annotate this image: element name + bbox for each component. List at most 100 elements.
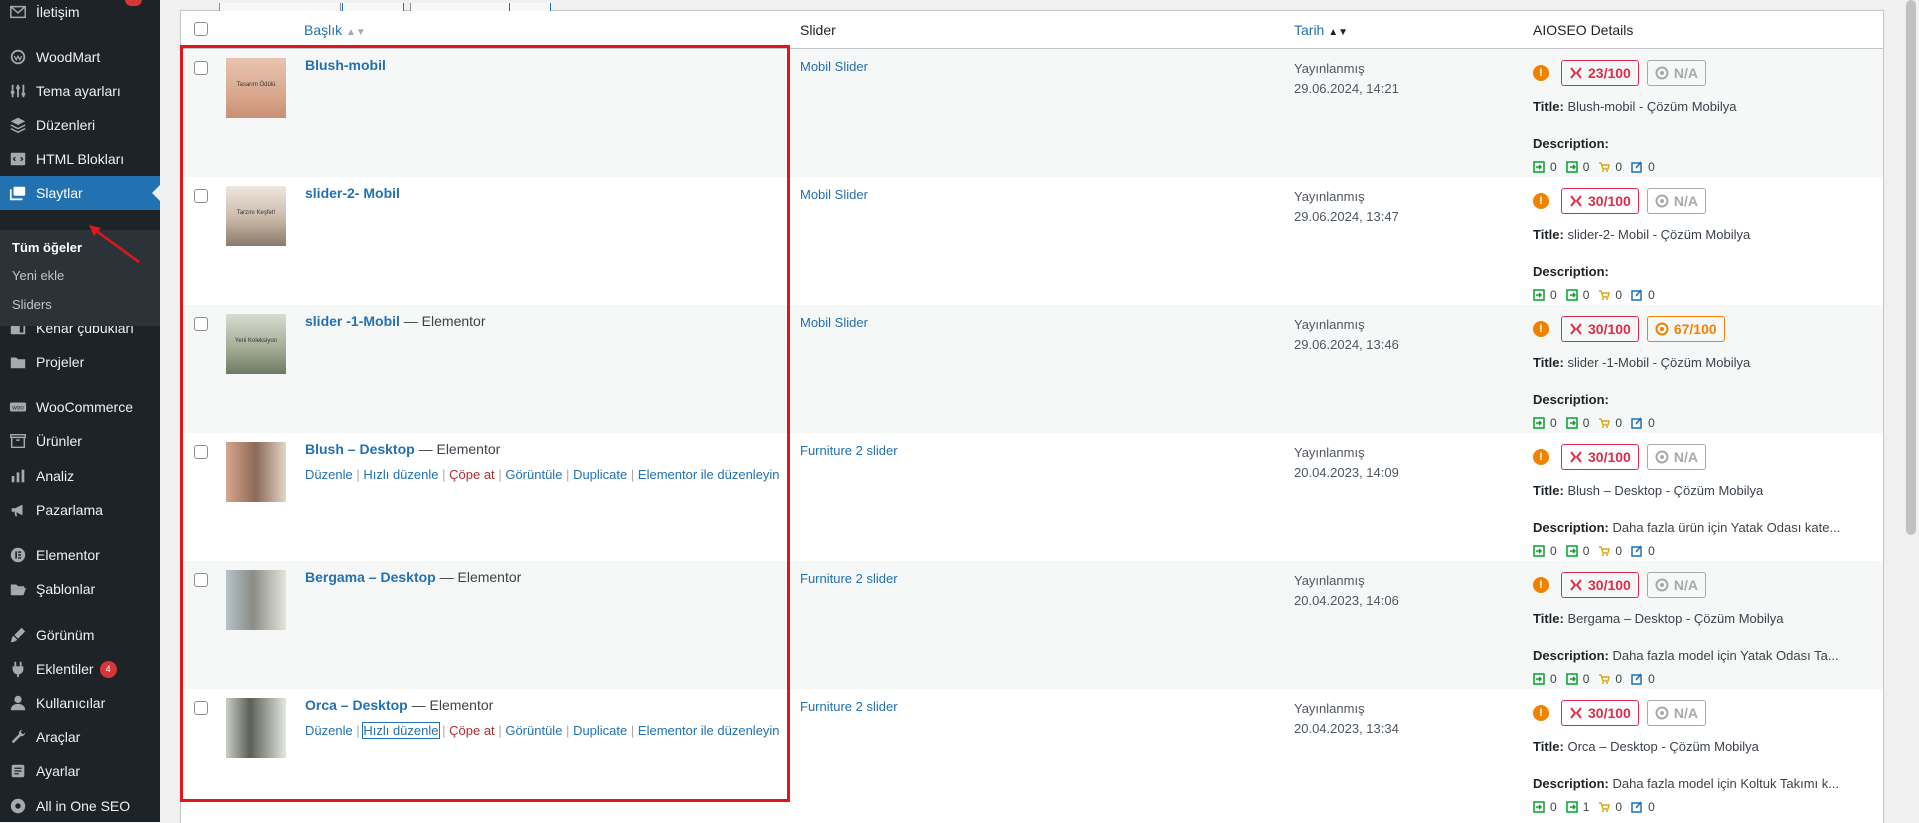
separator: | [356,467,360,482]
external-links-icon [1631,673,1642,685]
trash-link[interactable]: Çöpe at [449,467,495,482]
link-stats: 0000 [1533,160,1664,174]
page-scrollbar[interactable] [1903,0,1919,822]
mail-icon [8,2,28,22]
user-icon [8,693,28,713]
view-link[interactable]: Görüntüle [505,467,562,482]
sidebar-item-html-block[interactable]: HTML Blokları [0,142,160,176]
row-checkbox[interactable] [194,317,208,331]
sidebar-item-archive[interactable]: Ürünler [0,424,160,458]
column-title[interactable]: Başlık ▲▼ [304,22,366,38]
sidebar-item-plugin[interactable]: Eklentiler 4 [0,652,160,686]
trash-link[interactable]: Çöpe at [449,723,495,738]
external-links-icon [1631,545,1642,557]
headline-score[interactable]: N/A [1646,444,1706,470]
sidebar-item-chart[interactable]: Analiz [0,459,160,493]
slide-title-link[interactable]: Bergama – Desktop [305,569,436,585]
elementor-edit-link[interactable]: Elementor ile düzenleyin [638,723,780,738]
link-stat: 0 [1598,160,1622,174]
slide-title: Bergama – Desktop — Elementor [305,569,521,585]
duplicate-link[interactable]: Duplicate [573,723,627,738]
edit-link[interactable]: Düzenle [305,723,353,738]
sidebar-item-folder-open[interactable]: Şablonlar [0,572,160,606]
row-checkbox[interactable] [194,701,208,715]
quick-edit-link[interactable]: Hızlı düzenle [363,467,438,482]
sidebar-item-label: HTML Blokları [36,151,125,167]
truseo-score[interactable]: 30/100 [1561,700,1639,726]
truseo-score[interactable]: 30/100 [1561,572,1639,598]
slider-link[interactable]: Mobil Slider [800,59,868,74]
slide-title-link[interactable]: Blush-mobil [305,57,386,73]
headline-score-icon [1655,322,1669,336]
slide-thumbnail[interactable] [226,698,286,758]
submenu-item-1[interactable]: Yeni ekle [12,268,64,283]
sidebar-item-aioseo[interactable]: All in One SEO [0,789,160,823]
sidebar-item-wrench[interactable]: Araçlar [0,720,160,754]
sidebar-item-user[interactable]: Kullanıcılar [0,686,160,720]
seo-title: Title: Orca – Desktop - Çözüm Mobilya [1533,739,1759,754]
row-actions: Düzenle | Hızlı düzenle | Çöpe at | Görü… [305,467,780,482]
warning-icon: ! [1533,321,1549,337]
sidebar-item-mail[interactable]: İletişim [0,0,160,29]
sidebar-item-megaphone[interactable]: Pazarlama [0,493,160,527]
slide-title-link[interactable]: Blush – Desktop [305,441,415,457]
slide-thumbnail[interactable] [226,442,286,502]
slide-thumbnail[interactable]: Tarzını Keşfet! [226,186,286,246]
quick-edit-link[interactable]: Hızlı düzenle [362,722,440,739]
scrollbar-thumb[interactable] [1906,0,1916,535]
link-stat: 0 [1565,544,1589,558]
sidebar-item-sliders[interactable]: Tema ayarları [0,74,160,108]
truseo-score[interactable]: 23/100 [1561,60,1639,86]
sidebar-item-slides[interactable]: Slaytlar [0,176,160,210]
slide-thumbnail[interactable] [226,570,286,630]
elementor-edit-link[interactable]: Elementor ile düzenleyin [638,467,780,482]
row-checkbox[interactable] [194,189,208,203]
truseo-score[interactable]: 30/100 [1561,316,1639,342]
sidebar-item-label: Tema ayarları [36,83,121,99]
seo-description: Description: [1533,264,1609,279]
slider-link[interactable]: Furniture 2 slider [800,699,898,714]
truseo-score[interactable]: 30/100 [1561,444,1639,470]
headline-score[interactable]: N/A [1646,188,1706,214]
link-stat: 0 [1565,416,1589,430]
sidebar-item-woo[interactable]: woo WooCommerce [0,390,160,424]
duplicate-link[interactable]: Duplicate [573,467,627,482]
select-all-checkbox[interactable] [194,22,208,36]
slider-link[interactable]: Furniture 2 slider [800,443,898,458]
submenu-item-2[interactable]: Sliders [12,297,52,312]
slide-title-link[interactable]: slider -1-Mobil [305,313,400,329]
slide-thumbnail[interactable]: Yeni Koleksiyon [226,314,286,374]
headline-score[interactable]: N/A [1646,60,1706,86]
slider-link[interactable]: Furniture 2 slider [800,571,898,586]
sidebar-item-settings[interactable]: Ayarlar [0,754,160,788]
sidebar-item-folder[interactable]: Projeler [0,345,160,379]
sidebar-item-brush[interactable]: Görünüm [0,618,160,652]
slide-title-link[interactable]: slider-2- Mobil [305,185,400,201]
column-date[interactable]: Tarih ▲▼ [1294,22,1348,38]
row-checkbox[interactable] [194,61,208,75]
seo-title: Title: slider -1-Mobil - Çözüm Mobilya [1533,355,1750,370]
sidebar-item-label: Slaytlar [36,185,83,201]
slider-link[interactable]: Mobil Slider [800,187,868,202]
submenu-item-0[interactable]: Tüm öğeler [12,240,82,255]
affiliate-links-icon [1599,290,1611,300]
sidebar-item-layers[interactable]: Düzenleri [0,108,160,142]
view-link[interactable]: Görüntüle [505,723,562,738]
edit-link[interactable]: Düzenle [305,467,353,482]
link-stats: 0000 [1533,672,1664,686]
slide-title-link[interactable]: Orca – Desktop [305,697,408,713]
separator: | [356,723,360,738]
sidebar-item-woodmart[interactable]: WoodMart [0,40,160,74]
slide-title: Blush – Desktop — Elementor [305,441,500,457]
headline-score[interactable]: 67/100 [1646,316,1725,342]
row-checkbox[interactable] [194,445,208,459]
slider-link[interactable]: Mobil Slider [800,315,868,330]
row-actions: Düzenle | Hızlı düzenle | Çöpe at | Görü… [305,722,780,739]
headline-score[interactable]: N/A [1646,572,1706,598]
table-row: Bergama – Desktop — Elementor Furniture 2… [181,561,1883,689]
headline-score[interactable]: N/A [1646,700,1706,726]
sidebar-item-elementor[interactable]: Elementor [0,538,160,572]
truseo-score[interactable]: 30/100 [1561,188,1639,214]
slide-thumbnail[interactable]: Tasarım Ödülü [226,58,286,118]
row-checkbox[interactable] [194,573,208,587]
